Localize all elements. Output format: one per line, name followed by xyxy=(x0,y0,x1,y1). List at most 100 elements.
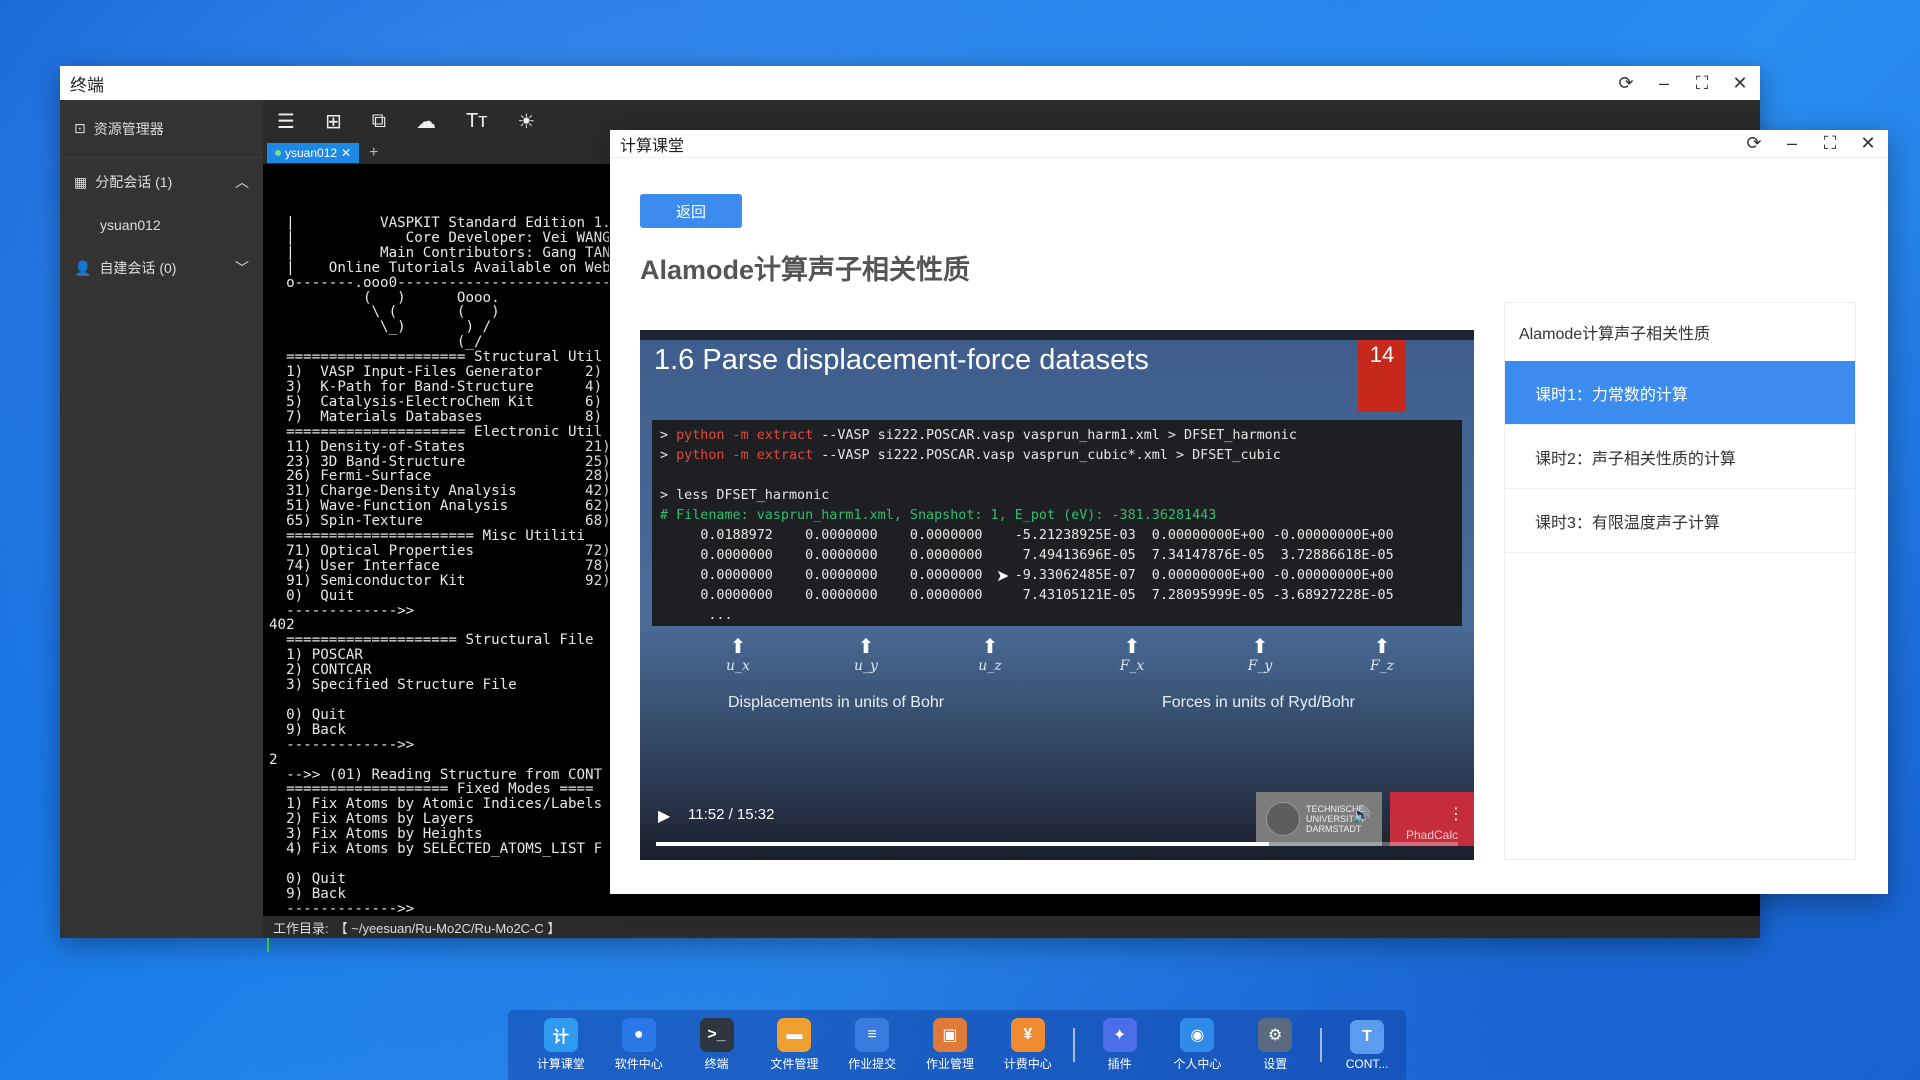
lesson-item[interactable]: 课时3：有限温度声子计算 xyxy=(1505,489,1855,553)
slide-heading: 1.6 Parse displacement-force datasets xyxy=(654,344,1149,376)
sidebar-item-label: 自建会话 (0) xyxy=(99,260,177,276)
classroom-window: 计算课堂 ⟳ – ⛶ ✕ 返回 Alamode计算声子相关性质 1.6 Pars… xyxy=(610,130,1888,894)
status-label: 工作目录: xyxy=(273,920,329,936)
code-row: 0.0000000 0.0000000 0.0000000 7.43105121… xyxy=(700,588,1394,603)
dock-label: 个人中心 xyxy=(1173,1057,1222,1071)
video-menubar xyxy=(640,330,1474,340)
back-button[interactable]: 返回 xyxy=(640,194,742,228)
brightness-icon[interactable]: ☀ xyxy=(517,109,535,134)
code-line: > python -m extract --VASP si222.POSCAR.… xyxy=(660,428,1297,443)
dock-item[interactable]: T CONT... xyxy=(1328,1019,1406,1071)
terminal-cursor xyxy=(267,938,269,952)
caption-displacements: Displacements in units of Bohr xyxy=(728,694,945,711)
plugin-icon: ✦ xyxy=(1102,1018,1137,1052)
dock-item[interactable]: ● 软件中心 xyxy=(600,1018,678,1072)
cont-icon: T xyxy=(1350,1019,1385,1054)
video-player[interactable]: 1.6 Parse displacement-force datasets 14… xyxy=(640,330,1474,860)
arrow-label: ⬆ u_y xyxy=(854,636,878,674)
software-icon: ● xyxy=(621,1018,656,1052)
lesson-item[interactable]: 课时2：声子相关性质的计算 xyxy=(1505,425,1855,489)
lesson-panel: Alamode计算声子相关性质 课时1：力常数的计算 课时2：声子相关性质的计算… xyxy=(1504,302,1856,860)
code-row: 0.0000000 0.0000000 0.0000000 7.49413696… xyxy=(700,548,1394,563)
classroom-icon: 计 xyxy=(543,1018,578,1052)
cloud-upload-icon[interactable]: ☁ xyxy=(416,109,436,134)
dock-separator xyxy=(1072,1028,1075,1062)
play-icon[interactable]: ▶ xyxy=(658,806,670,826)
dock-item[interactable]: ¥ 计费中心 xyxy=(989,1018,1067,1072)
dock-item[interactable]: ⚙ 设置 xyxy=(1236,1018,1314,1072)
sidebar-item-session[interactable]: ysuan012 xyxy=(60,196,263,254)
dock-item[interactable]: >_ 终端 xyxy=(678,1018,756,1072)
dock-item[interactable]: 计计算课堂 xyxy=(522,1018,600,1072)
lesson-item[interactable]: 课时1：力常数的计算 xyxy=(1505,361,1855,425)
add-tab-icon[interactable]: + xyxy=(369,144,378,162)
sidebar-item-label: 分配会话 (1) xyxy=(95,174,173,190)
menu-icon[interactable]: ☰ xyxy=(277,109,295,134)
progress-bar[interactable] xyxy=(656,842,1458,846)
code-line: > python -m extract --VASP si222.POSCAR.… xyxy=(660,448,1281,463)
user-icon: 👤 xyxy=(74,259,92,276)
dock-item[interactable]: ✦ 插件 xyxy=(1081,1018,1159,1072)
arrow-label: ⬆ F_x xyxy=(1119,636,1145,674)
close-icon[interactable]: ✕ xyxy=(1858,133,1878,154)
taskbar-dock: 计计算课堂 ● 软件中心 >_ 终端 ▬ 文件管理 ≡ 作业提交 ▣ 作业管理 ¥ 计费中心 ✦ 插件 ◉ 个人… xyxy=(508,1010,1406,1080)
dock-item[interactable]: ▣ 作业管理 xyxy=(911,1018,989,1072)
tab-session[interactable]: ysuan012 ✕ xyxy=(267,143,360,163)
more-icon[interactable]: ⋮ xyxy=(1448,804,1464,824)
page-title: Alamode计算声子相关性质 xyxy=(640,255,971,285)
terminal-output[interactable]: | VASPKIT Standard Edition 1. | Core Dev… xyxy=(269,216,609,956)
submit-icon: ≡ xyxy=(855,1018,890,1052)
terminal-titlebar: 终端 ⟳ – ⛶ ✕ xyxy=(60,66,1760,100)
maximize-icon[interactable]: ⛶ xyxy=(1692,73,1712,93)
billing-icon: ¥ xyxy=(1010,1018,1045,1052)
dock-item[interactable]: ◉ 个人中心 xyxy=(1159,1018,1237,1072)
close-icon[interactable]: ✕ xyxy=(1730,73,1750,93)
tab-label: ysuan012 xyxy=(285,146,338,160)
dock-label: CONT... xyxy=(1345,1056,1389,1071)
refresh-icon[interactable]: ⟳ xyxy=(1744,133,1764,154)
video-controls: ▶ 11:52 / 15:32 TECHNISCHE UNIVERSITÄT D… xyxy=(640,790,1474,860)
sidebar-item-resource-manager[interactable]: ⊡ 资源管理器 xyxy=(60,100,263,158)
terminal-icon: >_ xyxy=(699,1018,734,1052)
seal-icon xyxy=(1266,802,1300,836)
font-size-icon[interactable]: Tт xyxy=(466,110,487,133)
maximize-icon[interactable]: ⛶ xyxy=(1820,133,1840,154)
refresh-icon[interactable]: ⟳ xyxy=(1616,73,1636,93)
new-window-icon[interactable]: ⧉ xyxy=(372,110,386,133)
folder-icon: ▬ xyxy=(777,1018,812,1052)
terminal-statusbar: 工作目录: 【 ~/yeesuan/Ru-Mo2C/Ru-Mo2C-C 】 xyxy=(263,916,1760,938)
dock-label: 计费中心 xyxy=(1003,1057,1052,1071)
close-tab-icon[interactable]: ✕ xyxy=(341,146,351,160)
video-time: 11:52 / 15:32 xyxy=(688,806,775,823)
gear-icon: ⚙ xyxy=(1258,1018,1293,1052)
terminal-sidebar: ⊡ 资源管理器 ▦ 分配会话 (1) ︿ ysuan012 👤 自建会话 (0)… xyxy=(60,100,263,938)
dock-label: 插件 xyxy=(1107,1057,1132,1071)
arrow-label: ⬆ u_x xyxy=(726,636,750,674)
arrow-label: ⬆ F_y xyxy=(1247,636,1273,674)
volume-icon[interactable]: 🔊 xyxy=(1352,806,1371,824)
progress-fill xyxy=(656,842,1269,846)
dock-item[interactable]: ▬ 文件管理 xyxy=(755,1018,833,1072)
arrow-label: ⬆ F_z xyxy=(1369,636,1395,674)
job-icon: ▣ xyxy=(932,1018,967,1052)
classroom-titlebar: 计算课堂 ⟳ – ⛶ ✕ xyxy=(610,130,1888,158)
dock-label: 软件中心 xyxy=(614,1057,663,1071)
code-row: ... xyxy=(708,608,733,623)
minimize-icon[interactable]: – xyxy=(1782,133,1802,154)
dock-label: 作业提交 xyxy=(848,1057,897,1071)
lesson-panel-title: Alamode计算声子相关性质 xyxy=(1519,326,1711,343)
sidebar-item-allocated-sessions[interactable]: ▦ 分配会话 (1) ︿ xyxy=(60,168,263,196)
sidebar-item-custom-sessions[interactable]: 👤 自建会话 (0) ﹀ xyxy=(60,254,263,282)
code-line: > less DFSET_harmonic xyxy=(660,488,830,503)
mouse-pointer-icon: ➤ xyxy=(996,568,1010,585)
code-row: 0.0188972 0.0000000 0.0000000 -5.2123892… xyxy=(700,528,1394,543)
code-comment: # Filename: vasprun_harm1.xml, Snapshot:… xyxy=(660,508,1217,523)
user-icon: ◉ xyxy=(1180,1018,1215,1052)
slide-number: 14 xyxy=(1358,340,1406,412)
dock-item[interactable]: ≡ 作业提交 xyxy=(833,1018,911,1072)
grid-icon: ▦ xyxy=(74,173,88,190)
new-file-icon[interactable]: ⊞ xyxy=(325,109,342,134)
minimize-icon[interactable]: – xyxy=(1654,73,1674,93)
chevron-up-icon: ︿ xyxy=(235,174,249,190)
